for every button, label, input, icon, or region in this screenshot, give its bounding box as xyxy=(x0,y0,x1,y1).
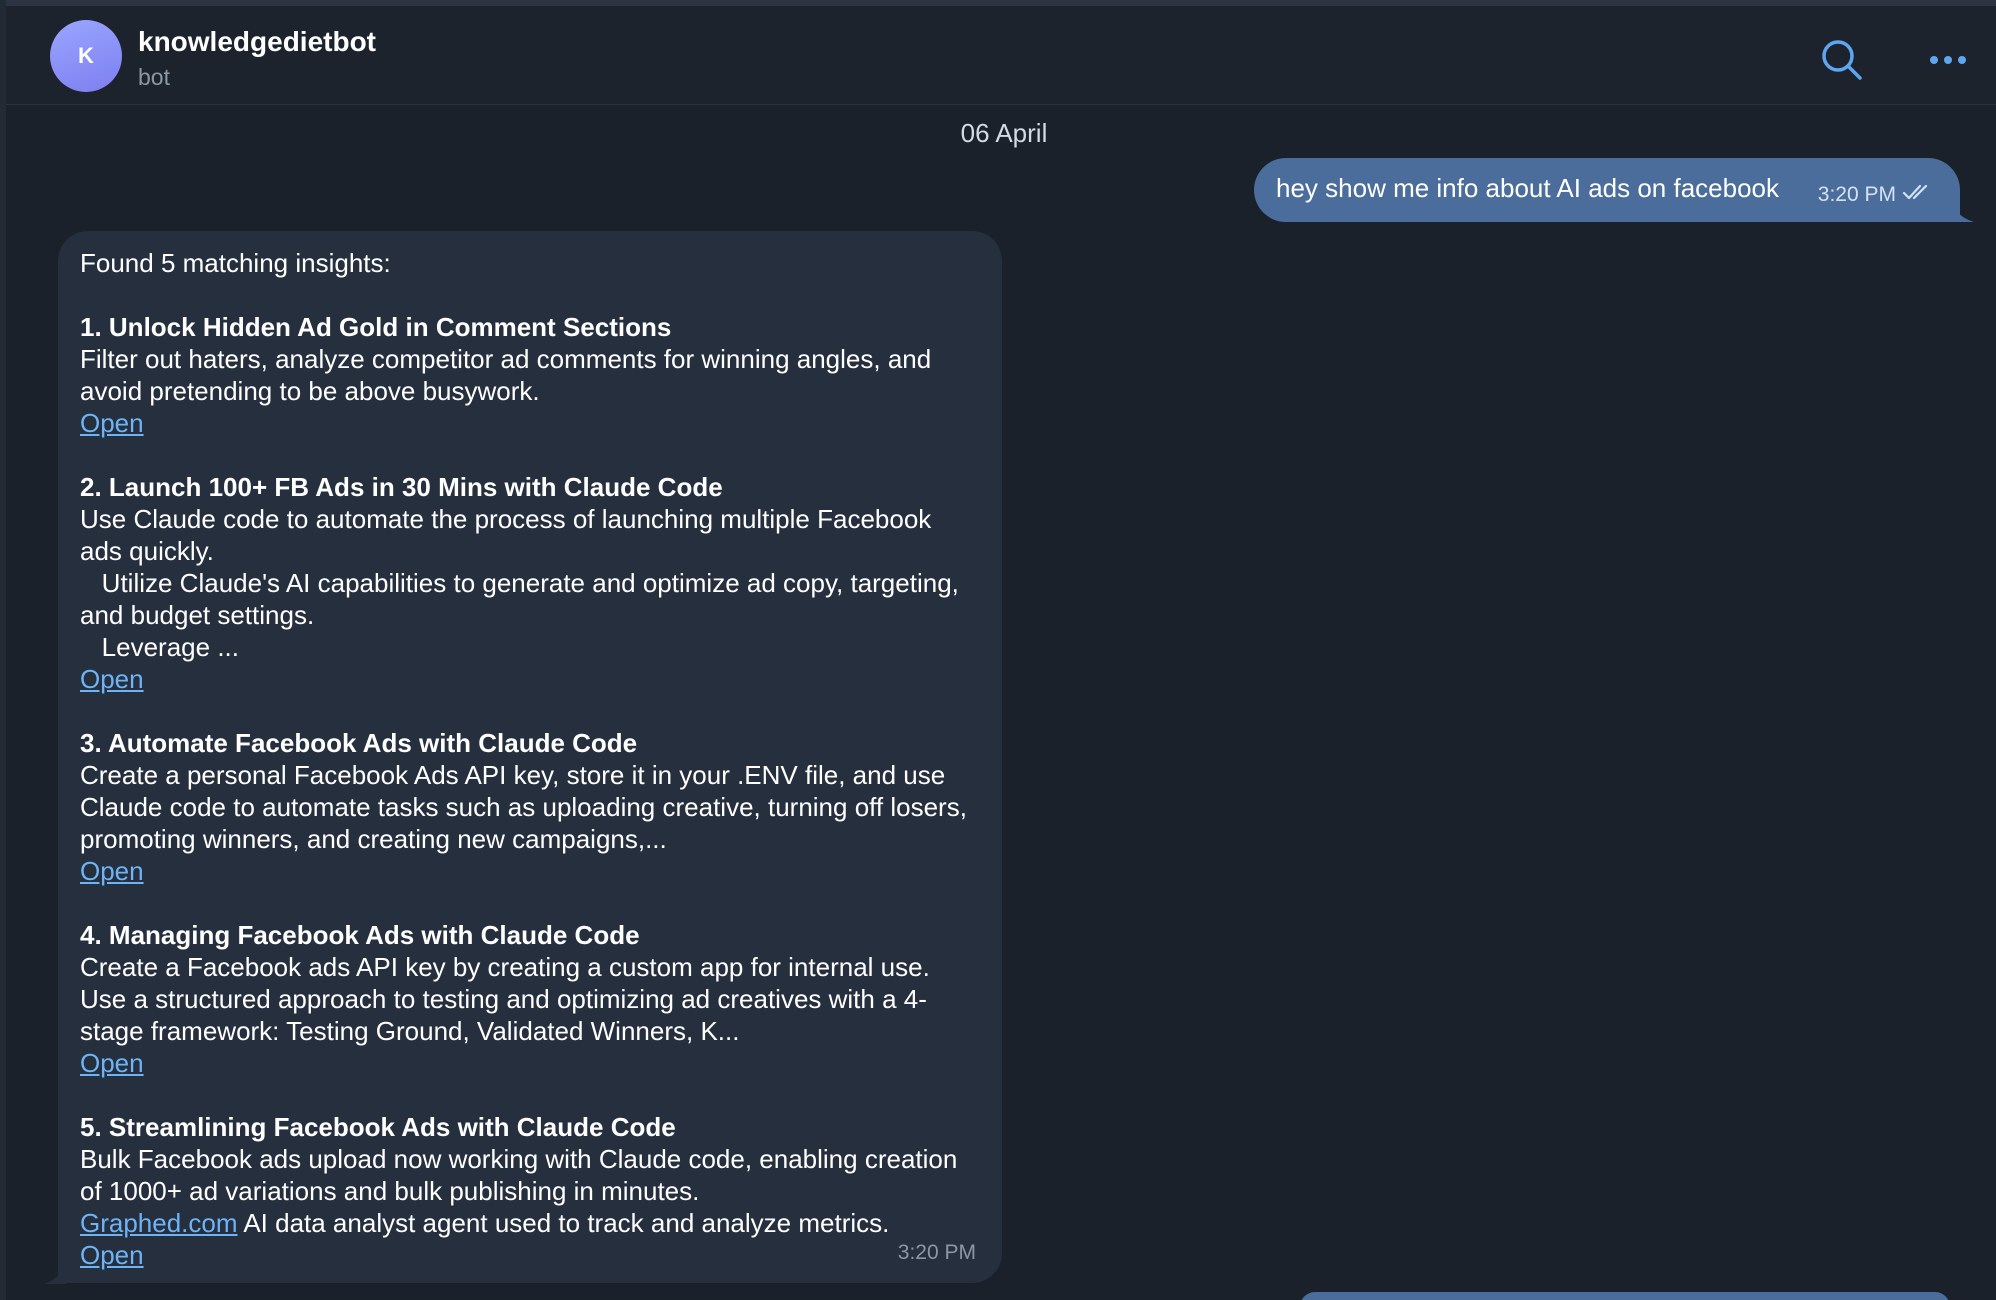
graphed-link[interactable]: Graphed.com xyxy=(80,1208,238,1238)
insight-title: 4. Managing Facebook Ads with Claude Cod… xyxy=(80,920,640,950)
insight-open-link[interactable]: Open xyxy=(80,408,144,438)
insight-title: 5. Streamlining Facebook Ads with Claude… xyxy=(80,1112,676,1142)
insight-open-link[interactable]: Open xyxy=(80,856,144,886)
results-intro: Found 5 matching insights: xyxy=(80,248,391,278)
outgoing-message-bubble[interactable]: hey show me info about AI ads on faceboo… xyxy=(1254,158,1960,222)
insight-item: 1. Unlock Hidden Ad Gold in Comment Sect… xyxy=(80,311,980,439)
insight-body-extra-text: AI data analyst agent used to track and … xyxy=(237,1208,890,1238)
insight-title: 2. Launch 100+ FB Ads in 30 Mins with Cl… xyxy=(80,472,723,502)
more-dots-icon[interactable] xyxy=(1924,40,1972,80)
outgoing-bubble-tail xyxy=(1952,198,1974,222)
incoming-message-bubble[interactable]: Found 5 matching insights: 1. Unlock Hid… xyxy=(58,231,1002,1283)
incoming-bubble-tail xyxy=(44,1258,66,1284)
insight-body: Create a personal Facebook Ads API key, … xyxy=(80,760,975,854)
insight-title: 1. Unlock Hidden Ad Gold in Comment Sect… xyxy=(80,312,672,342)
insight-item: 5. Streamlining Facebook Ads with Claude… xyxy=(80,1111,980,1271)
insight-body: Filter out haters, analyze competitor ad… xyxy=(80,344,939,406)
date-separator: 06 April xyxy=(960,118,1048,148)
outgoing-message-meta: 3:20 PM xyxy=(1818,182,1932,208)
insight-open-link[interactable]: Open xyxy=(80,1048,144,1078)
insight-open-link[interactable]: Open xyxy=(80,664,144,694)
insight-title: 3. Automate Facebook Ads with Claude Cod… xyxy=(80,728,638,758)
double-check-icon xyxy=(1902,182,1932,208)
incoming-message-time: 3:20 PM xyxy=(897,1241,976,1264)
insight-open-link[interactable]: Open xyxy=(80,1240,144,1270)
insight-item: 3. Automate Facebook Ads with Claude Cod… xyxy=(80,727,980,887)
chat-list-edge xyxy=(0,0,6,1300)
insight-item: 2. Launch 100+ FB Ads in 30 Mins with Cl… xyxy=(80,471,980,695)
insight-body: Bulk Facebook ads upload now working wit… xyxy=(80,1144,965,1206)
outgoing-message-time: 3:20 PM xyxy=(1817,183,1896,206)
search-icon[interactable] xyxy=(1818,36,1866,84)
outgoing-message-text: hey show me info about AI ads on faceboo… xyxy=(1276,173,1780,203)
chat-header: K knowledgedietbot bot xyxy=(6,6,1996,105)
chat-title[interactable]: knowledgedietbot xyxy=(138,26,376,58)
insight-item: 4. Managing Facebook Ads with Claude Cod… xyxy=(80,919,980,1079)
insight-body: Use Claude code to automate the process … xyxy=(80,504,959,662)
chat-subtitle: bot xyxy=(138,64,170,90)
insight-body-extra: Graphed.com AI data analyst agent used t… xyxy=(80,1207,980,1239)
avatar[interactable]: K xyxy=(50,20,122,92)
next-outgoing-message-bubble[interactable] xyxy=(1300,1292,1950,1300)
chat-window: K knowledgedietbot bot 06 April hey show… xyxy=(0,0,1996,1300)
insight-body: Create a Facebook ads API key by creatin… xyxy=(80,952,938,1046)
